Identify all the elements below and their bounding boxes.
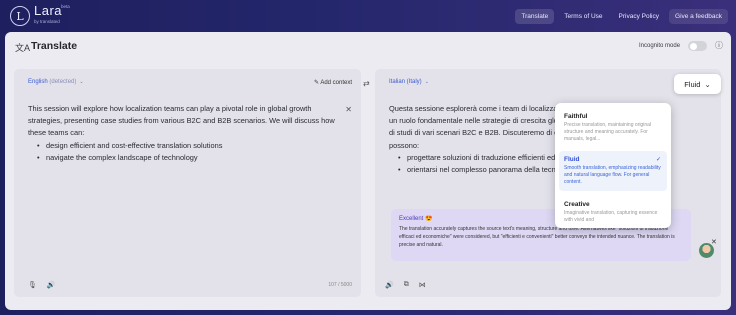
nav-translate[interactable]: Translate xyxy=(515,9,555,24)
detected-label: (detected) xyxy=(49,79,77,85)
chevron-down-icon: ⌄ xyxy=(79,79,84,85)
style-dropdown-menu: Faithful Precise translation, maintainin… xyxy=(555,103,671,228)
source-language-select[interactable]: English (detected) ⌄ xyxy=(28,79,84,85)
beta-badge: beta xyxy=(61,4,70,9)
target-line: possono: xyxy=(389,140,419,150)
chevron-down-icon: ⌄ xyxy=(704,79,711,89)
top-bar: L Lara beta by translated Translate Term… xyxy=(0,0,736,32)
target-language: Italian (Italy) xyxy=(389,79,422,85)
share-icon[interactable]: ⋈ xyxy=(419,281,426,289)
option-desc: Smooth translation, emphasizing readabil… xyxy=(564,165,661,185)
nav-terms[interactable]: Terms of Use xyxy=(558,9,608,24)
brand-name[interactable]: Lara xyxy=(34,3,62,18)
option-name: Creative xyxy=(564,201,590,208)
top-nav: Translate Terms of Use Privacy Policy Gi… xyxy=(515,9,728,24)
nav-privacy[interactable]: Privacy Policy xyxy=(613,9,665,24)
source-footer: 🎙 🔊 xyxy=(28,281,56,289)
speaker-icon[interactable]: 🔊 xyxy=(47,281,56,289)
style-option-creative[interactable]: Creative Imaginative translation, captur… xyxy=(559,196,667,228)
lara-logo[interactable]: L xyxy=(10,6,30,26)
check-icon: ✓ xyxy=(655,157,661,163)
target-bullet: progettare soluzioni di traduzione effic… xyxy=(398,152,559,164)
info-icon[interactable]: ⓘ xyxy=(715,40,723,51)
option-desc: Imaginative translation, capturing essen… xyxy=(564,210,658,223)
option-name: Fluid xyxy=(564,156,580,163)
translate-icon: 文A xyxy=(15,43,31,53)
incognito-label: Incognito mode xyxy=(639,43,681,49)
char-count: 107 / 5000 xyxy=(328,282,352,288)
source-bullet: design efficient and cost-effective tran… xyxy=(37,140,335,152)
brand-byline: by translated xyxy=(34,19,60,24)
incognito-toggle[interactable] xyxy=(688,41,707,51)
source-language: English xyxy=(28,79,48,85)
pencil-icon: ✎ xyxy=(313,80,319,86)
target-line: di studi di vari scenari B2C e B2B. Disc… xyxy=(389,128,559,138)
clear-icon[interactable]: ✕ xyxy=(345,105,352,114)
target-text: Questa sessione esplorerà come i team di… xyxy=(389,103,559,176)
option-desc: Precise translation, maintaining origina… xyxy=(564,122,651,142)
target-bullet: orientarsi nel complesso panorama della … xyxy=(398,164,559,176)
style-select-button[interactable]: Fluid ⌄ xyxy=(674,74,721,94)
page-title: Translate xyxy=(31,40,78,52)
add-context-button[interactable]: ✎ Add context xyxy=(314,79,352,86)
quality-body: The translation accurately captures the … xyxy=(399,226,675,248)
close-icon[interactable]: ✕ xyxy=(711,238,717,246)
source-bullet: navigate the complex landscape of techno… xyxy=(37,152,335,164)
nav-feedback-button[interactable]: Give a feedback xyxy=(669,9,728,24)
copy-icon[interactable]: ⧉ xyxy=(404,281,409,289)
option-name: Faithful xyxy=(564,113,588,120)
target-line: un ruolo fondamentale nelle strategie di… xyxy=(389,116,559,126)
target-language-select[interactable]: Italian (Italy) ⌄ xyxy=(389,79,429,85)
target-bullets: progettare soluzioni di traduzione effic… xyxy=(389,152,559,176)
style-option-fluid[interactable]: Fluid ✓ Smooth translation, emphasizing … xyxy=(559,151,667,191)
target-line: Questa sessione esplorerà come i team di… xyxy=(389,104,559,113)
target-footer: 🔊 ⧉ ⋈ xyxy=(385,281,426,289)
microphone-icon[interactable]: 🎙 xyxy=(28,281,37,289)
chevron-down-icon: ⌄ xyxy=(424,79,429,85)
source-text: This session will explore how localizati… xyxy=(28,104,335,138)
speaker-icon[interactable]: 🔊 xyxy=(385,281,394,289)
add-context-label: Add context xyxy=(320,80,352,86)
swap-languages-icon[interactable]: ⇄ xyxy=(363,79,370,88)
style-current: Fluid xyxy=(684,79,701,89)
source-text-area[interactable]: This session will explore how localizati… xyxy=(28,103,335,164)
source-panel: English (detected) ⌄ ✎ Add context ✕ This… xyxy=(14,69,361,297)
style-option-faithful[interactable]: Faithful Precise translation, maintainin… xyxy=(559,108,667,148)
source-bullets: design efficient and cost-effective tran… xyxy=(28,140,335,165)
